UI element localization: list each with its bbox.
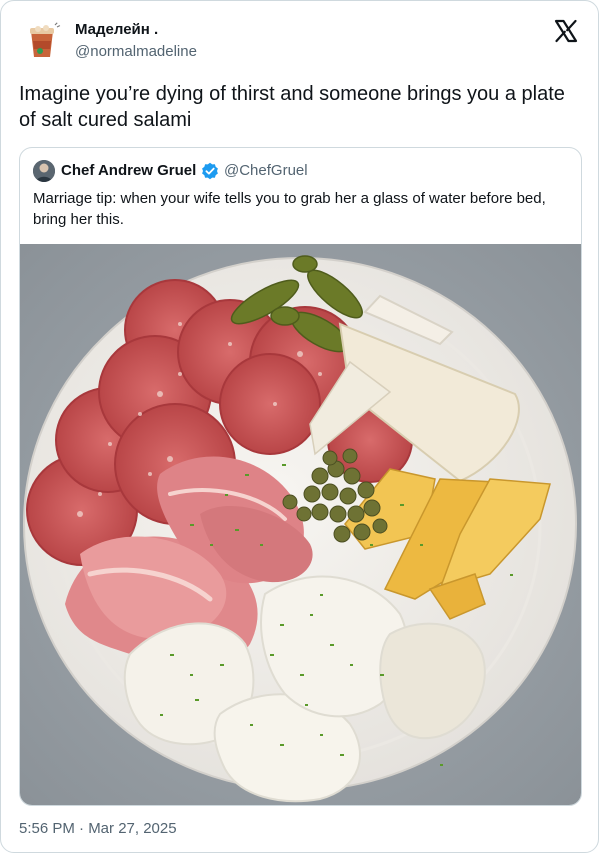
tweet-timestamp[interactable]: 5:56 PM · Mar 27, 2025	[19, 820, 177, 837]
author-handle[interactable]: @normalmadeline	[75, 43, 197, 60]
quoted-author-avatar[interactable]	[33, 160, 55, 182]
x-logo-icon[interactable]	[554, 19, 578, 43]
tweet-text: Imagine you’re dying of thirst and someo…	[19, 83, 565, 131]
quoted-tweet[interactable]: Chef Andrew Gruel @ChefGruel Marriage ti…	[19, 147, 582, 806]
quoted-tweet-text: Marriage tip: when your wife tells you t…	[33, 190, 546, 228]
author-avatar[interactable]	[19, 17, 65, 63]
verified-badge-icon	[201, 162, 219, 180]
tweet-card: Маделейн . @normalmadeline Imagine you’r…	[0, 0, 599, 853]
quoted-author-name[interactable]: Chef Andrew Gruel	[61, 162, 196, 179]
quoted-author-handle[interactable]: @ChefGruel	[224, 162, 308, 179]
author-name[interactable]: Маделейн .	[75, 21, 158, 38]
charcuterie-photo[interactable]	[20, 244, 581, 805]
